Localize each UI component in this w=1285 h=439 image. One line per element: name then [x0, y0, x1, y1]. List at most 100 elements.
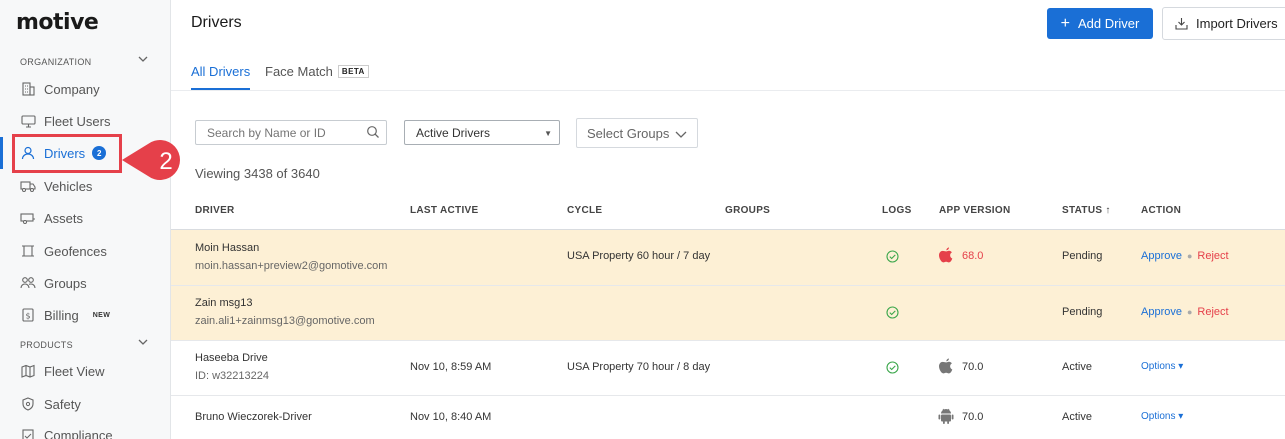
- table-row[interactable]: Haseeba Drive ID: w32213224 Nov 10, 8:59…: [171, 341, 1285, 396]
- sidebar-item-safety[interactable]: Safety: [20, 391, 160, 417]
- compliance-icon: [20, 427, 36, 439]
- add-driver-button[interactable]: + Add Driver: [1047, 8, 1153, 39]
- logs-check-icon: [886, 250, 899, 266]
- row-actions: Approve ● Reject: [1141, 250, 1229, 262]
- apple-icon: [938, 357, 954, 378]
- driver-cycle: USA Property 70 hour / 8 day: [567, 361, 711, 373]
- driver-name[interactable]: Bruno Wieczorek-Driver: [195, 411, 312, 423]
- status-text: Active: [1062, 411, 1092, 423]
- sidebar-item-label: Groups: [44, 275, 87, 291]
- sidebar-item-label: Compliance: [44, 427, 113, 439]
- sidebar-item-label: Fleet View: [44, 363, 105, 379]
- step-callout: 2: [120, 134, 196, 191]
- groups-select-value: Select Groups: [587, 125, 670, 141]
- sidebar-item-groups[interactable]: Groups: [20, 270, 160, 296]
- new-badge: NEW: [92, 311, 111, 319]
- sidebar-item-label: Assets: [44, 210, 84, 226]
- col-cycle[interactable]: CYCLE: [567, 205, 602, 216]
- sidebar-item-label: Company: [44, 81, 100, 97]
- shield-icon: [20, 396, 36, 412]
- status-text: Pending: [1062, 250, 1103, 262]
- col-app-version[interactable]: APP VERSION: [939, 205, 1010, 216]
- driver-name[interactable]: Zain msg13: [195, 297, 252, 309]
- options-dropdown[interactable]: Options ▾: [1141, 411, 1183, 422]
- trailer-icon: [20, 210, 36, 226]
- options-dropdown[interactable]: Options ▾: [1141, 361, 1183, 372]
- search-icon[interactable]: [366, 125, 380, 144]
- sidebar-item-assets[interactable]: Assets: [20, 205, 160, 231]
- table-row[interactable]: Bruno Wieczorek-Driver Nov 10, 8:40 AM 7…: [171, 396, 1285, 439]
- status-select[interactable]: Active Drivers ▼: [404, 120, 560, 145]
- sidebar-item-label: Vehicles: [44, 178, 93, 194]
- sidebar-item-geofences[interactable]: Geofences: [20, 238, 160, 264]
- col-groups[interactable]: GROUPS: [725, 205, 770, 216]
- app-root: motive ORGANIZATION Company Fleet Users …: [0, 0, 1285, 439]
- sidebar-item-label: Safety: [44, 396, 81, 412]
- col-status[interactable]: STATUS ↑: [1062, 205, 1111, 216]
- reject-link[interactable]: Reject: [1197, 306, 1228, 318]
- chevron-down-icon[interactable]: [138, 338, 148, 349]
- driver-cycle: USA Property 60 hour / 7 day: [567, 250, 711, 262]
- map-icon: [20, 363, 36, 379]
- table-row[interactable]: Moin Hassan moin.hassan+preview2@gomotiv…: [171, 230, 1285, 286]
- approve-link[interactable]: Approve: [1141, 250, 1182, 262]
- sidebar: motive ORGANIZATION Company Fleet Users …: [0, 0, 171, 439]
- import-drivers-button[interactable]: Import Drivers: [1162, 7, 1285, 40]
- status-text: Active: [1062, 361, 1092, 373]
- sidebar-item-label: Billing: [44, 307, 79, 323]
- import-drivers-label: Import Drivers: [1196, 16, 1278, 31]
- sidebar-item-fleet-users[interactable]: Fleet Users: [20, 108, 160, 134]
- android-icon: [938, 407, 954, 428]
- driver-name[interactable]: Haseeba Drive: [195, 352, 268, 364]
- highlight-box: [12, 134, 122, 173]
- groups-select[interactable]: Select Groups: [576, 118, 698, 148]
- col-logs[interactable]: LOGS: [882, 205, 912, 216]
- tab-face-match[interactable]: Face Match BETA: [265, 64, 369, 79]
- billing-icon: $: [20, 307, 36, 323]
- chevron-down-icon: [675, 127, 687, 142]
- tab-all-drivers[interactable]: All Drivers: [191, 64, 251, 90]
- logs-check-icon: [886, 361, 899, 377]
- sidebar-item-label: Fleet Users: [44, 113, 111, 129]
- driver-name[interactable]: Moin Hassan: [195, 242, 259, 254]
- row-actions: Approve ● Reject: [1141, 306, 1229, 318]
- reject-link[interactable]: Reject: [1197, 250, 1228, 262]
- monitor-icon: [20, 113, 36, 129]
- organization-header: ORGANIZATION: [20, 57, 92, 67]
- search-input[interactable]: [195, 120, 387, 145]
- driver-email: moin.hassan+preview2@gomotive.com: [195, 260, 388, 272]
- last-active: Nov 10, 8:40 AM: [410, 411, 492, 423]
- page-title: Drivers: [191, 14, 242, 31]
- tab-face-match-label: Face Match: [265, 64, 333, 79]
- sidebar-item-company[interactable]: Company: [20, 76, 160, 102]
- col-action[interactable]: ACTION: [1141, 205, 1181, 216]
- sidebar-item-label: Geofences: [44, 243, 107, 259]
- products-header: PRODUCTS: [20, 340, 73, 350]
- beta-badge: BETA: [337, 65, 369, 78]
- tabs-divider: [171, 90, 1285, 91]
- driver-id: ID: w32213224: [195, 370, 269, 382]
- motive-logo[interactable]: motive: [16, 10, 99, 35]
- active-indicator: [0, 137, 3, 169]
- col-driver[interactable]: DRIVER: [195, 205, 235, 216]
- apple-icon: [938, 246, 954, 267]
- chevron-down-icon[interactable]: [138, 55, 148, 66]
- status-text: Pending: [1062, 306, 1103, 318]
- import-icon: [1175, 17, 1188, 30]
- col-last-active[interactable]: LAST ACTIVE: [410, 205, 479, 216]
- app-version: 70.0: [962, 411, 984, 423]
- sidebar-item-compliance[interactable]: Compliance: [20, 422, 160, 439]
- app-version: 70.0: [962, 361, 984, 373]
- sidebar-item-billing[interactable]: $ Billing NEW: [20, 302, 160, 328]
- driver-email: zain.ali1+zainmsg13@gomotive.com: [195, 315, 375, 327]
- status-select-value: Active Drivers: [416, 125, 491, 140]
- sidebar-item-fleet-view[interactable]: Fleet View: [20, 358, 160, 384]
- table-row[interactable]: Zain msg13 zain.ali1+zainmsg13@gomotive.…: [171, 286, 1285, 341]
- approve-link[interactable]: Approve: [1141, 306, 1182, 318]
- truck-icon: [20, 178, 36, 194]
- svg-text:$: $: [25, 312, 30, 321]
- caret-down-icon: ▼: [544, 129, 552, 138]
- app-version: 68.0: [962, 250, 984, 262]
- callout-number: 2: [159, 148, 172, 175]
- groups-icon: [20, 275, 36, 291]
